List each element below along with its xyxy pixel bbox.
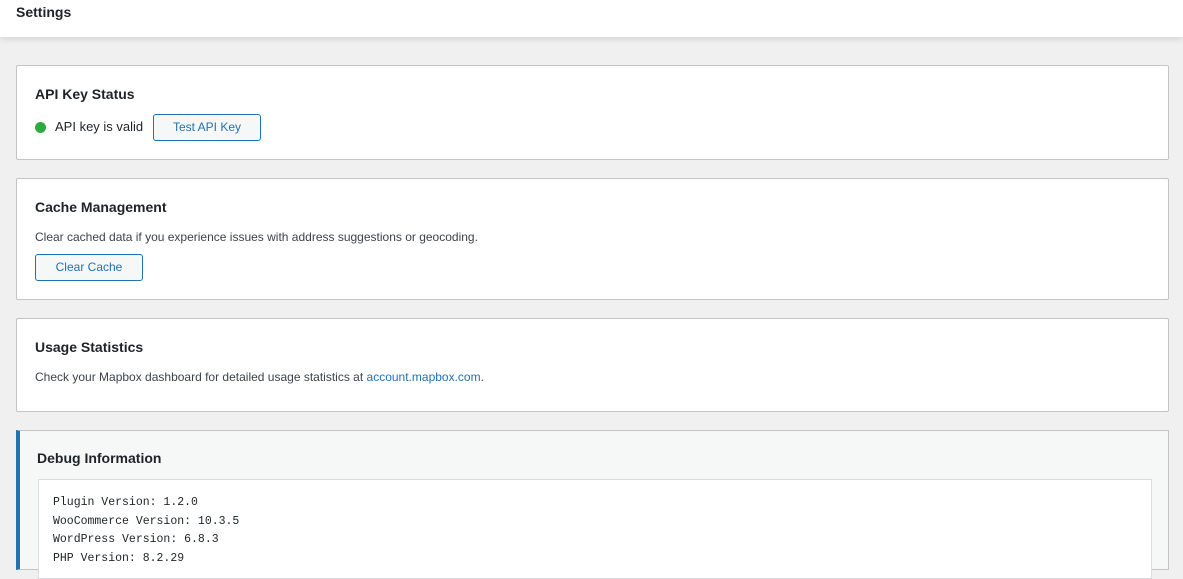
page-title: Settings [16,4,72,20]
cache-management-card: Cache Management Clear cached data if yo… [16,178,1169,300]
mapbox-account-link[interactable]: account.mapbox.com [367,370,481,384]
debug-line: Plugin Version: 1.2.0 [53,496,198,509]
debug-line: WooCommerce Version: 10.3.5 [53,514,240,528]
api-key-status-heading: API Key Status [35,86,135,102]
usage-description-prefix: Check your Mapbox dashboard for detailed… [35,370,367,384]
cache-management-heading: Cache Management [35,199,167,215]
usage-statistics-heading: Usage Statistics [35,339,144,355]
debug-information-heading: Debug Information [37,450,162,466]
debug-line: WordPress Version: 6.8.3 [53,533,219,546]
usage-description: Check your Mapbox dashboard for detailed… [35,370,484,384]
usage-statistics-card: Usage Statistics Check your Mapbox dashb… [16,318,1169,412]
usage-description-suffix: . [480,370,484,384]
test-api-key-button[interactable]: Test API Key [153,114,261,141]
debug-information-card: Debug Information Plugin Version: 1.2.0 … [16,430,1169,579]
status-indicator-icon [35,122,46,133]
debug-output: Plugin Version: 1.2.0 WooCommerce Versio… [38,479,1152,579]
top-bar: Settings [0,0,1183,37]
api-key-status-text: API key is valid [55,119,144,134]
clear-cache-button[interactable]: Clear Cache [35,254,143,281]
cache-description: Clear cached data if you experience issu… [35,230,478,244]
api-key-status-card: API Key Status API key is valid Test API… [16,65,1169,160]
